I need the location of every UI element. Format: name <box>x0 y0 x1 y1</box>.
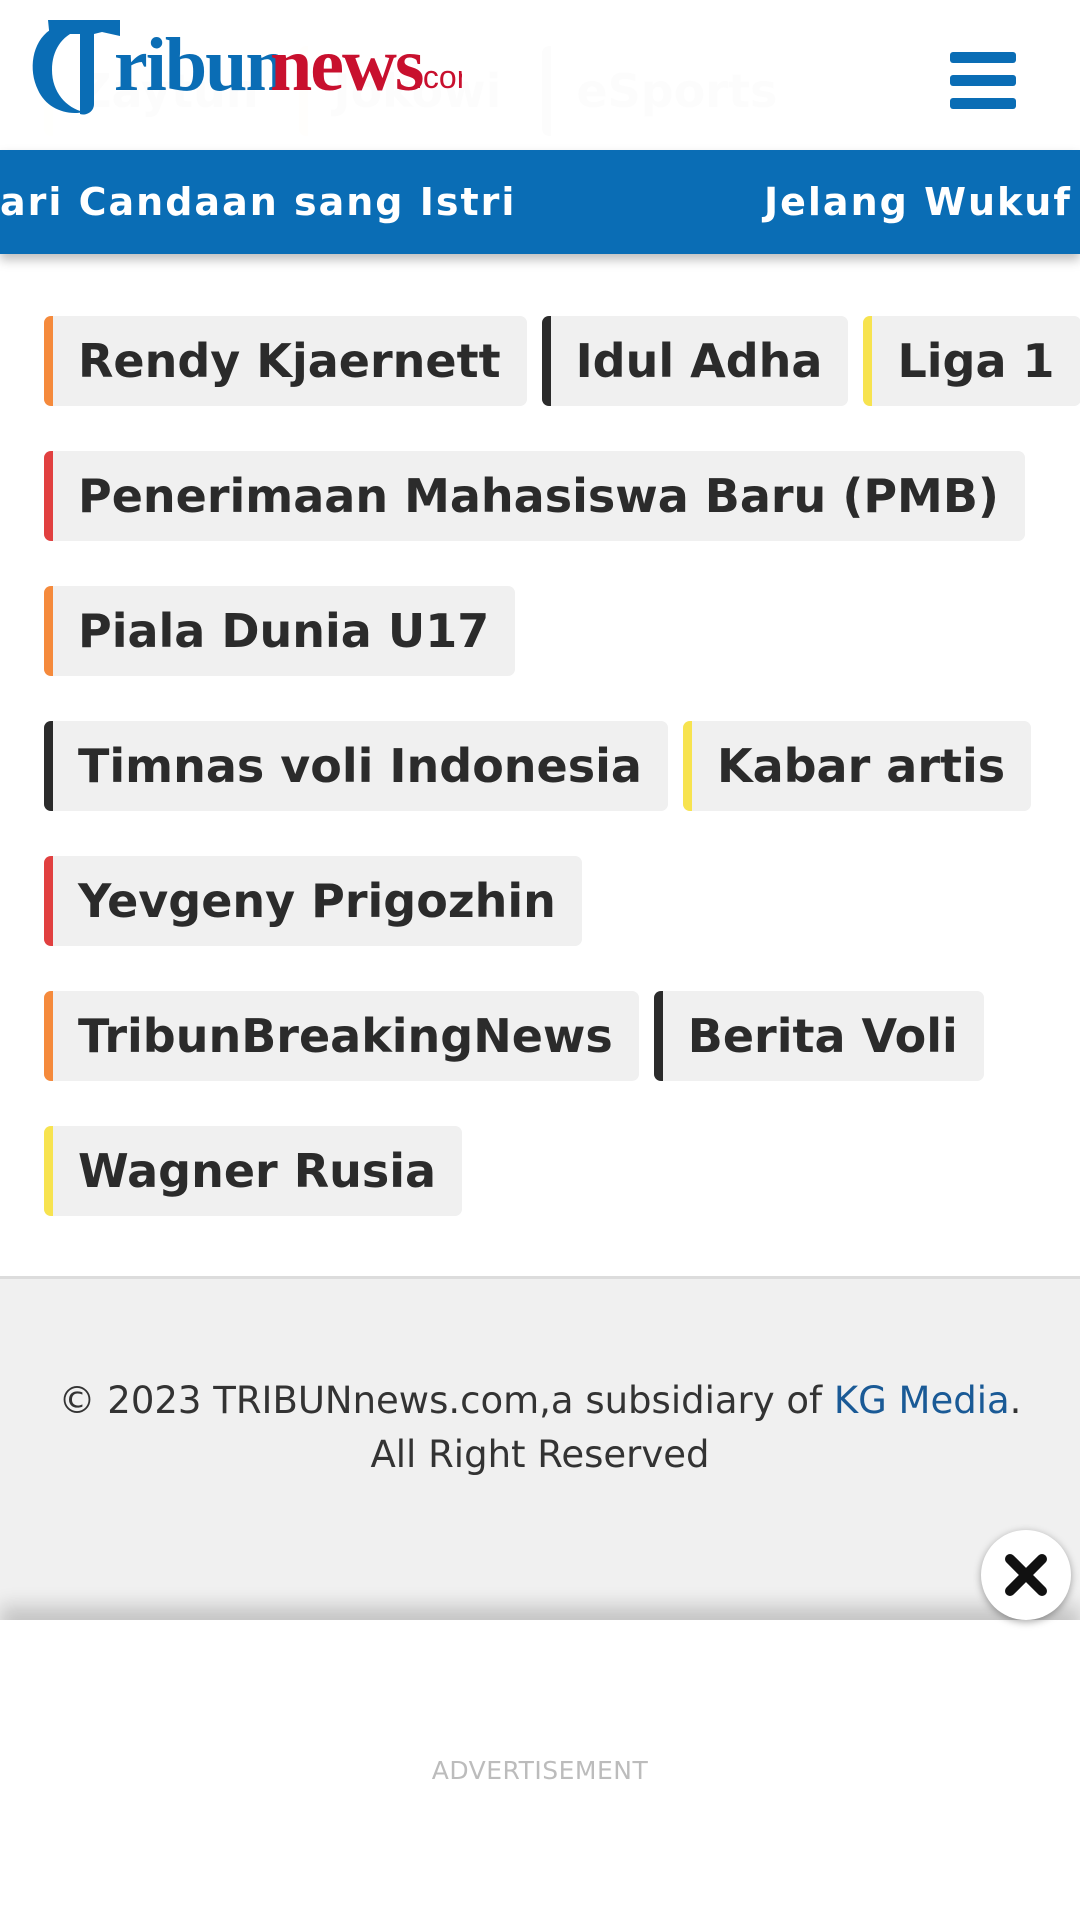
advertisement-banner: ADVERTISEMENT <box>0 1620 1080 1920</box>
tag-row: Piala Dunia U17 <box>44 586 516 676</box>
page: ZaytunJokowieSportsRendy KjaernettIdul A… <box>0 0 1080 1920</box>
tag-accent-bar <box>863 316 873 406</box>
tag-accent-bar <box>653 991 663 1081</box>
tag-row: Penerimaan Mahasiswa Baru (PMB) <box>44 451 1025 541</box>
advertisement-label: ADVERTISEMENT <box>431 1756 649 1785</box>
tag-accent-bar <box>44 586 53 676</box>
topic-tag[interactable]: Berita Voli <box>653 991 984 1081</box>
topic-tag[interactable]: Wagner Rusia <box>44 1126 463 1216</box>
tag-row: Timnas voli Indonesia Kabar artis <box>44 721 1032 811</box>
tag-accent-bar <box>682 721 692 811</box>
copyright-prefix: © 2023 TRIBUNnews.com,a subsidiary of <box>58 1379 834 1422</box>
tribunnews-logo[interactable]: ribun news .com <box>22 12 483 122</box>
tag-label: Penerimaan Mahasiswa Baru (PMB) <box>78 469 999 523</box>
svg-text:news: news <box>270 23 423 107</box>
tag-label: Liga 1 <box>897 334 1055 388</box>
ticker-item[interactable]: ari Candaan sang Istri <box>0 150 516 254</box>
topic-tag[interactable]: Idul Adha <box>541 316 849 406</box>
tag-row: TribunBreakingNews Berita Voli <box>44 991 984 1081</box>
tag-row: Wagner Rusia <box>44 1126 463 1216</box>
tag-row: Yevgeny Prigozhin <box>44 856 582 946</box>
tag-accent-bar <box>541 316 551 406</box>
kg-media-link[interactable]: KG Media <box>834 1379 1010 1422</box>
topic-tag[interactable]: Timnas voli Indonesia <box>44 721 668 811</box>
site-header: ribun news .com <box>0 0 1080 150</box>
site-footer: © 2023 TRIBUNnews.com,a subsidiary of KG… <box>0 1276 1080 1620</box>
tag-label: Yevgeny Prigozhin <box>78 874 556 928</box>
news-ticker: ari Candaan sang Istri Jelang Wukuf <box>0 150 1080 254</box>
topic-tag[interactable]: TribunBreakingNews <box>44 991 639 1081</box>
copyright-text: © 2023 TRIBUNnews.com,a subsidiary of KG… <box>40 1374 1040 1482</box>
logo-emblem-icon <box>32 20 120 115</box>
tag-accent-bar <box>44 316 53 406</box>
tag-label: Piala Dunia U17 <box>78 604 490 658</box>
tag-label: TribunBreakingNews <box>78 1009 613 1063</box>
ticker-item[interactable]: Jelang Wukuf <box>764 150 1072 254</box>
tag-label: Wagner Rusia <box>78 1144 437 1198</box>
tag-accent-bar <box>44 856 53 946</box>
tag-accent-bar <box>44 1126 53 1216</box>
close-ad-button[interactable] <box>981 1530 1071 1620</box>
topic-tag[interactable]: Piala Dunia U17 <box>44 586 516 676</box>
svg-text:ribun: ribun <box>114 23 287 107</box>
tag-label: Berita Voli <box>687 1009 958 1063</box>
hamburger-menu-icon[interactable] <box>950 52 1016 110</box>
topic-tag[interactable]: Rendy Kjaernett <box>44 316 527 406</box>
tag-label: Kabar artis <box>716 739 1006 793</box>
tag-label: Idul Adha <box>575 334 823 388</box>
tag-label: Timnas voli Indonesia <box>78 739 642 793</box>
svg-text:.com: .com <box>414 59 462 95</box>
tag-row: Rendy Kjaernett Idul Adha Liga 1 <box>44 316 1080 406</box>
topic-tag[interactable]: Penerimaan Mahasiswa Baru (PMB) <box>44 451 1025 541</box>
topic-tag[interactable]: Liga 1 <box>863 316 1080 406</box>
tag-accent-bar <box>44 991 53 1081</box>
tag-label: Rendy Kjaernett <box>78 334 501 388</box>
tag-accent-bar <box>44 451 53 541</box>
topic-tag[interactable]: Yevgeny Prigozhin <box>44 856 582 946</box>
close-icon <box>1005 1554 1047 1596</box>
tag-accent-bar <box>44 721 53 811</box>
topic-tag[interactable]: Kabar artis <box>682 721 1032 811</box>
